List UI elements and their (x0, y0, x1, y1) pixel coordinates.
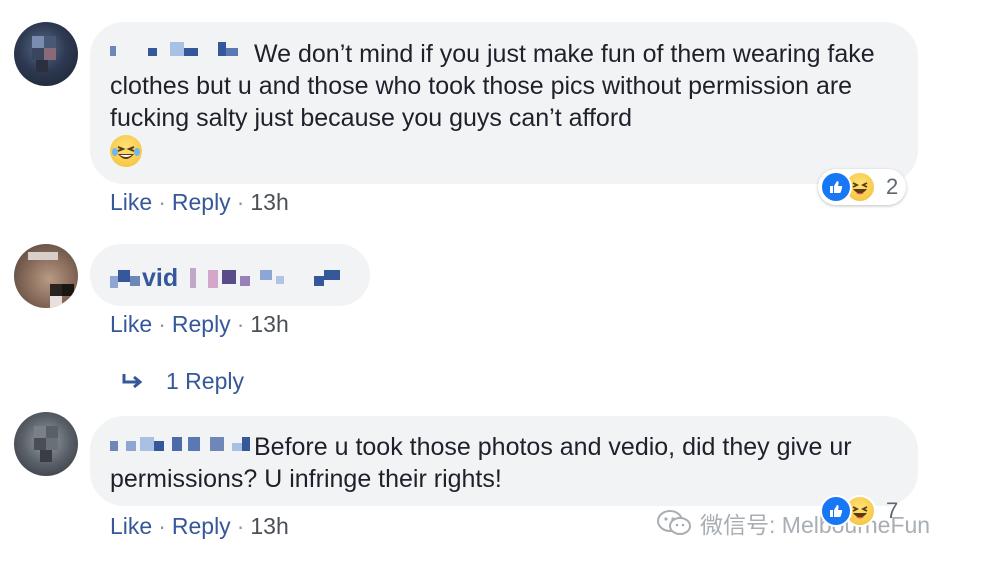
wechat-watermark: 微信号: MelbourneFun (656, 506, 930, 540)
reaction-count: 2 (886, 174, 899, 199)
like-reaction-icon (820, 171, 852, 203)
separator-dot: · (236, 513, 245, 539)
comment-actions: Like · Reply · 13h (110, 513, 289, 540)
timestamp[interactable]: 13h (250, 189, 288, 216)
separator-dot: · (158, 513, 166, 539)
comment-bubble: vid (90, 244, 370, 306)
separator-dot: · (158, 311, 166, 337)
comment-text: We don’t mind if you just make fun of th… (110, 40, 875, 132)
commenter-avatar[interactable] (14, 412, 78, 476)
separator-dot: · (236, 311, 245, 337)
like-link[interactable]: Like (110, 189, 152, 216)
reaction-summary[interactable]: 2 (818, 169, 907, 205)
view-replies-label[interactable]: 1 Reply (166, 368, 244, 395)
comment-actions: Like · Reply · 13h (110, 189, 289, 216)
comment-bubble: Before u took those photos and vedio, di… (90, 416, 918, 506)
laughing-emoji-icon (110, 135, 142, 168)
reply-link[interactable]: Reply (172, 513, 231, 540)
commenter-avatar[interactable] (14, 22, 78, 86)
wechat-icon (657, 510, 691, 535)
view-replies-link[interactable]: 1 Reply (120, 368, 244, 395)
censored-author-name[interactable]: vid (110, 262, 360, 292)
reply-link[interactable]: Reply (172, 189, 231, 216)
separator-dot: · (236, 189, 245, 215)
like-reaction-icon (820, 495, 852, 527)
comment-text: Before u took those photos and vedio, di… (110, 433, 852, 493)
like-link[interactable]: Like (110, 513, 152, 540)
timestamp[interactable]: 13h (250, 513, 288, 540)
watermark-text: 微信号: MelbourneFun (700, 512, 931, 538)
timestamp[interactable]: 13h (250, 311, 288, 338)
like-link[interactable]: Like (110, 311, 152, 338)
reply-arrow-icon (122, 373, 143, 388)
commenter-avatar[interactable] (14, 244, 78, 308)
comment-bubble: We don’t mind if you just make fun of th… (90, 22, 918, 184)
separator-dot: · (158, 189, 166, 215)
reply-link[interactable]: Reply (172, 311, 231, 338)
author-name-fragment: vid (142, 264, 179, 292)
comment-actions: Like · Reply · 13h (110, 311, 289, 338)
